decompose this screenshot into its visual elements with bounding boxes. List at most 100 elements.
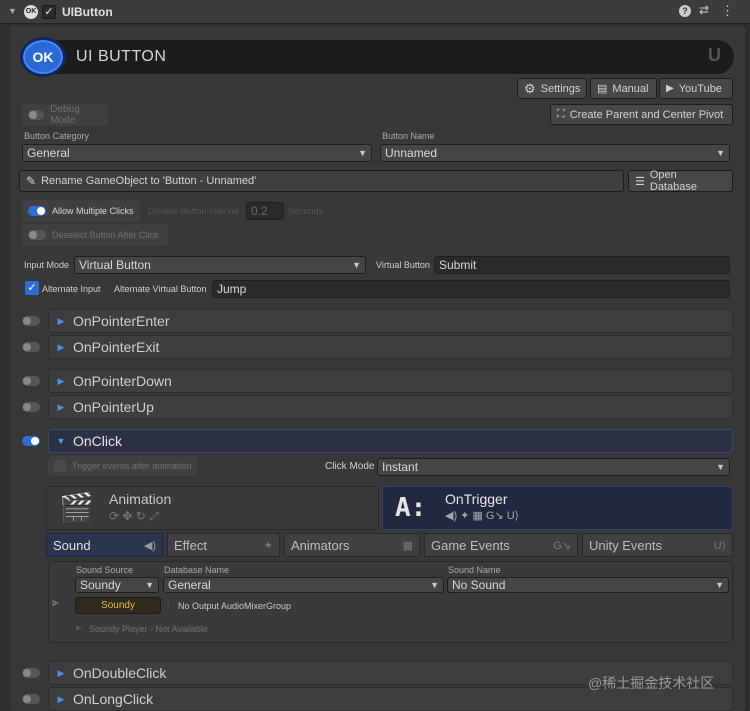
on-pointer-exit-row[interactable]: ▶ OnPointerExit — [48, 335, 733, 359]
audio-mixer-icon: ⫶ — [167, 599, 170, 609]
on-pointer-enter-row[interactable]: ▶ OnPointerEnter — [48, 309, 733, 333]
speaker-icon: ◀) — [143, 539, 156, 552]
chevron-right-icon: ▶ — [57, 667, 65, 678]
unity-event-icon: U⟩ — [713, 539, 726, 552]
preset-icon[interactable]: ⇄ — [699, 3, 709, 17]
toggle-switch — [28, 206, 46, 216]
button-name-label: Button Name — [382, 131, 435, 141]
button-category-dropdown[interactable]: General ▼ — [22, 144, 372, 162]
component-icon: OK — [24, 5, 38, 19]
ontrigger-card[interactable]: A: OnTrigger ◀) ✦ ▦ G↘ U⟩ — [382, 486, 733, 530]
doozy-logo-icon: U — [708, 45, 721, 65]
on-double-click-toggle[interactable] — [22, 668, 40, 678]
on-pointer-exit-toggle[interactable] — [22, 342, 40, 352]
sound-source-dropdown[interactable]: Soundy ▼ — [75, 577, 159, 593]
alternate-input-checkbox[interactable]: ✓ — [25, 281, 39, 295]
pivot-icon: ⛶ — [557, 108, 565, 120]
gear-icon: ⚙ — [524, 80, 536, 96]
game-event-icon: G↘ — [553, 539, 571, 552]
toggle-switch — [28, 110, 45, 120]
alternate-virtual-button-label: Alternate Virtual Button — [114, 284, 207, 294]
chevron-right-icon: ▶ — [57, 401, 65, 412]
seconds-label: Seconds — [288, 206, 324, 216]
youtube-icon: ▶ — [666, 83, 674, 94]
deselect-after-click-toggle[interactable]: Deselect Button After Click — [22, 224, 168, 246]
disable-interval-label: Disable Button Interval — [148, 206, 239, 216]
ok-logo: OK — [20, 37, 66, 77]
chevron-down-icon: ▼ — [145, 580, 154, 590]
open-database-button[interactable]: ☰ Open Database — [628, 169, 733, 193]
virtual-button-input[interactable]: Submit — [434, 256, 730, 274]
banner-title: UI BUTTON — [76, 48, 167, 65]
tab-sound[interactable]: Sound ◀) — [46, 533, 163, 557]
button-name-dropdown[interactable]: Unnamed ▼ — [380, 144, 730, 162]
input-mode-dropdown[interactable]: Virtual Button ▼ — [74, 256, 366, 274]
click-mode-dropdown[interactable]: Instant ▼ — [377, 458, 730, 476]
book-icon: ▤ — [597, 83, 608, 95]
youtube-button[interactable]: ▶ YouTube — [659, 78, 733, 99]
tab-unity-events[interactable]: Unity Events U⟩ — [582, 533, 733, 557]
rename-gameobject-button[interactable]: ✎ Rename GameObject to 'Button - Unnamed' — [19, 170, 624, 192]
on-pointer-up-toggle[interactable] — [22, 402, 40, 412]
grid-icon: ▦ — [402, 539, 413, 552]
on-pointer-down-toggle[interactable] — [22, 376, 40, 386]
context-menu-icon[interactable]: ⋮ — [721, 3, 734, 19]
chevron-down-icon: ▼ — [56, 436, 66, 446]
sound-name-dropdown[interactable]: No Sound ▼ — [447, 577, 729, 593]
chevron-down-icon: ▼ — [352, 260, 361, 270]
on-long-click-toggle[interactable] — [22, 694, 40, 704]
tab-game-events[interactable]: Game Events G↘ — [424, 533, 578, 557]
chevron-right-icon: ▶ — [57, 693, 65, 704]
sound-source-label: Sound Source — [76, 565, 134, 575]
ontrigger-icon: A: — [395, 493, 427, 523]
title-banner: UI BUTTON U — [20, 40, 734, 74]
audio-mixer-label: No Output AudioMixerGroup — [178, 601, 292, 611]
ontrigger-type-icons: ◀) ✦ ▦ G↘ U⟩ — [445, 510, 519, 522]
foldout-arrow[interactable]: ▼ — [8, 6, 17, 16]
on-click-row[interactable]: ▼ OnClick — [48, 429, 733, 453]
click-mode-label: Click Mode — [325, 461, 375, 472]
chevron-down-icon: ▼ — [358, 148, 367, 158]
soundy-player-icon: ⫸ — [76, 622, 82, 632]
clapperboard-icon: 🎬 — [59, 492, 94, 523]
alternate-virtual-button-input[interactable]: Jump — [212, 280, 730, 298]
database-icon: ☰ — [635, 175, 645, 188]
sound-name-label: Sound Name — [448, 565, 501, 575]
interval-input[interactable]: 0.2 — [246, 202, 284, 220]
allow-multiple-clicks-toggle[interactable]: Allow Multiple Clicks — [22, 200, 140, 222]
tab-animators[interactable]: Animators ▦ — [284, 533, 420, 557]
chevron-right-icon: ▶ — [57, 341, 65, 352]
component-title: UIButton — [62, 5, 113, 19]
alternate-input-label: Alternate Input — [42, 284, 101, 294]
trigger-after-animation-toggle[interactable]: Trigger events after animation — [48, 456, 198, 476]
on-pointer-up-row[interactable]: ▶ OnPointerUp — [48, 395, 733, 419]
toggle-switch — [28, 230, 46, 240]
button-category-label: Button Category — [24, 131, 90, 141]
tab-effect[interactable]: Effect ✦ — [167, 533, 280, 557]
chevron-right-icon: ▶ — [57, 375, 65, 386]
sound-panel-icon: ⫸ — [52, 595, 59, 609]
chevron-down-icon: ▼ — [715, 580, 724, 590]
ontrigger-title: OnTrigger — [445, 491, 508, 507]
debug-mode-toggle[interactable]: Debug Mode — [22, 104, 108, 126]
on-pointer-down-row[interactable]: ▶ OnPointerDown — [48, 369, 733, 393]
checkbox — [54, 460, 66, 472]
watermark: @稀土掘金技术社区 — [588, 675, 715, 691]
animation-type-icons: ⟳ ✥ ↻ ⤢ — [109, 509, 159, 523]
animation-card[interactable]: 🎬 Animation ⟳ ✥ ↻ ⤢ — [46, 486, 379, 530]
help-icon[interactable]: ? — [679, 5, 691, 17]
on-pointer-enter-toggle[interactable] — [22, 316, 40, 326]
chevron-down-icon: ▼ — [430, 580, 439, 590]
enabled-checkbox[interactable]: ✓ — [42, 5, 56, 19]
manual-button[interactable]: ▤ Manual — [590, 78, 657, 99]
component-header: ▼ OK ✓ UIButton ? ⇄ ⋮ — [0, 0, 750, 24]
chevron-down-icon: ▼ — [716, 148, 725, 158]
soundy-player-status: Soundy Player - Not Available — [89, 624, 208, 634]
settings-button[interactable]: ⚙ Settings — [517, 78, 587, 99]
chevron-down-icon: ▼ — [716, 462, 725, 472]
database-name-dropdown[interactable]: General ▼ — [163, 577, 444, 593]
on-click-toggle[interactable] — [22, 436, 40, 446]
edit-icon: ✎ — [26, 174, 37, 188]
create-parent-button[interactable]: ⛶ Create Parent and Center Pivot — [550, 104, 733, 125]
soundy-button[interactable]: Soundy — [75, 597, 161, 614]
